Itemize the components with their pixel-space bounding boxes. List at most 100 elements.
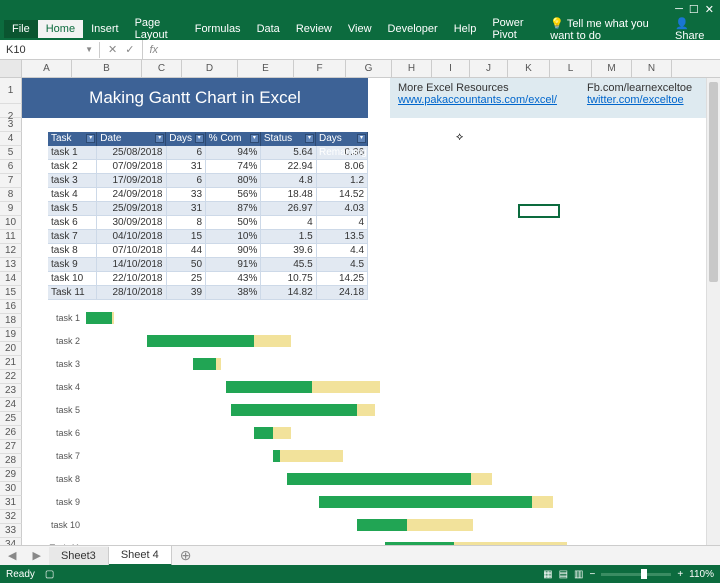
zoom-slider[interactable] — [601, 573, 671, 576]
col-header[interactable]: G — [346, 60, 392, 77]
col-header[interactable]: M — [592, 60, 632, 77]
table-row[interactable]: task 630/09/2018850%44 — [48, 216, 368, 230]
table-row[interactable]: task 807/10/20184490%39.64.4 — [48, 244, 368, 258]
new-sheet-button[interactable]: ⊕ — [172, 547, 200, 564]
table-row[interactable]: task 1022/10/20182543%10.7514.25 — [48, 272, 368, 286]
select-all-corner[interactable] — [0, 60, 22, 77]
col-header[interactable]: A — [22, 60, 72, 77]
row-header[interactable]: 18 — [0, 314, 22, 328]
view-layout-icon[interactable]: ▤ — [559, 569, 568, 580]
share-button[interactable]: 👤 Share — [667, 14, 716, 45]
row-header[interactable]: 15 — [0, 286, 22, 300]
sheet-nav-prev[interactable]: ◀ — [0, 549, 24, 562]
col-header[interactable]: C — [142, 60, 182, 77]
col-header[interactable]: L — [550, 60, 592, 77]
tab-data[interactable]: Data — [249, 20, 288, 38]
row-header[interactable]: 14 — [0, 272, 22, 286]
row-header[interactable]: 28 — [0, 454, 22, 468]
table-row[interactable]: task 914/10/20185091%45.54.5 — [48, 258, 368, 272]
sheet-nav-next[interactable]: ▶ — [24, 549, 48, 562]
row-header[interactable]: 2 — [0, 104, 22, 118]
row-headers: 1234567891011121314151618192021222324252… — [0, 78, 22, 565]
col-header[interactable]: E — [238, 60, 294, 77]
filter-icon[interactable]: ▾ — [250, 134, 259, 143]
row-header[interactable]: 24 — [0, 398, 22, 412]
row-header[interactable]: 27 — [0, 440, 22, 454]
sheet-tab-4[interactable]: Sheet 4 — [109, 546, 172, 566]
filter-icon[interactable]: ▾ — [305, 134, 314, 143]
col-header[interactable]: J — [470, 60, 508, 77]
row-header[interactable]: 26 — [0, 426, 22, 440]
resources-link-2[interactable]: twitter.com/exceltoe — [587, 94, 684, 106]
record-macro-icon[interactable]: ▢ — [45, 569, 54, 580]
table-row[interactable]: Task 1128/10/20183938%14.8224.18 — [48, 286, 368, 300]
col-header[interactable]: D — [182, 60, 238, 77]
filter-icon[interactable]: ▾ — [357, 134, 366, 143]
table-row[interactable]: task 317/09/2018680%4.81.2 — [48, 174, 368, 188]
row-header[interactable]: 8 — [0, 188, 22, 202]
table-row[interactable]: task 424/09/20183356%18.4814.52 — [48, 188, 368, 202]
zoom-out-icon[interactable]: − — [589, 569, 595, 580]
row-header[interactable]: 23 — [0, 384, 22, 398]
col-header[interactable]: K — [508, 60, 550, 77]
col-header[interactable]: F — [294, 60, 346, 77]
row-header[interactable]: 21 — [0, 356, 22, 370]
filter-icon[interactable]: ▾ — [155, 134, 164, 143]
row-header[interactable]: 33 — [0, 524, 22, 538]
row-header[interactable]: 3 — [0, 118, 22, 132]
row-header[interactable]: 16 — [0, 300, 22, 314]
tab-insert[interactable]: Insert — [83, 20, 127, 38]
status-bar: Ready ▢ ▦ ▤ ▥ − + 110% — [0, 565, 720, 583]
row-header[interactable]: 29 — [0, 468, 22, 482]
zoom-in-icon[interactable]: + — [677, 569, 683, 580]
row-header[interactable]: 6 — [0, 160, 22, 174]
filter-icon[interactable]: ▾ — [195, 134, 204, 143]
resources-link-1[interactable]: www.pakaccountants.com/excel/ — [398, 94, 557, 106]
row-header[interactable]: 22 — [0, 370, 22, 384]
fx-label[interactable]: fx — [143, 44, 164, 56]
enter-icon[interactable]: ✓ — [125, 43, 134, 56]
cancel-icon[interactable]: ✕ — [108, 43, 117, 56]
row-header[interactable]: 32 — [0, 510, 22, 524]
row-header[interactable]: 1 — [0, 78, 22, 104]
chevron-down-icon[interactable]: ▼ — [85, 45, 93, 54]
row-header[interactable]: 25 — [0, 412, 22, 426]
row-header[interactable]: 19 — [0, 328, 22, 342]
tell-me[interactable]: 💡 Tell me what you want to do — [542, 14, 667, 45]
bar-done — [226, 381, 312, 393]
zoom-level[interactable]: 110% — [689, 569, 714, 580]
name-box[interactable]: K10▼ — [0, 42, 100, 58]
tab-help[interactable]: Help — [446, 20, 485, 38]
row-header[interactable]: 31 — [0, 496, 22, 510]
ribbon-tabs: File Home Insert Page Layout Formulas Da… — [0, 18, 720, 40]
view-break-icon[interactable]: ▥ — [574, 569, 583, 580]
col-header[interactable]: I — [432, 60, 470, 77]
row-header[interactable]: 20 — [0, 342, 22, 356]
row-header[interactable]: 5 — [0, 146, 22, 160]
row-header[interactable]: 30 — [0, 482, 22, 496]
tab-review[interactable]: Review — [288, 20, 340, 38]
tab-home[interactable]: Home — [38, 20, 83, 38]
row-header[interactable]: 10 — [0, 216, 22, 230]
row-header[interactable]: 13 — [0, 258, 22, 272]
row-header[interactable]: 9 — [0, 202, 22, 216]
tab-developer[interactable]: Developer — [380, 20, 446, 38]
col-header[interactable]: B — [72, 60, 142, 77]
tab-power-pivot[interactable]: Power Pivot — [484, 14, 542, 44]
col-header[interactable]: H — [392, 60, 432, 77]
sheet-tab-3[interactable]: Sheet3 — [49, 547, 109, 565]
view-normal-icon[interactable]: ▦ — [543, 569, 552, 580]
row-header[interactable]: 11 — [0, 230, 22, 244]
tab-view[interactable]: View — [340, 20, 380, 38]
col-header[interactable]: N — [632, 60, 672, 77]
filter-icon[interactable]: ▾ — [86, 134, 95, 143]
table-row[interactable]: task 207/09/20183174%22.948.06 — [48, 160, 368, 174]
vertical-scrollbar[interactable] — [706, 78, 720, 545]
tab-formulas[interactable]: Formulas — [187, 20, 249, 38]
table-row[interactable]: task 525/09/20183187%26.974.03 — [48, 202, 368, 216]
tab-file[interactable]: File — [4, 20, 38, 38]
row-header[interactable]: 7 — [0, 174, 22, 188]
row-header[interactable]: 12 — [0, 244, 22, 258]
row-header[interactable]: 4 — [0, 132, 22, 146]
table-row[interactable]: task 704/10/20181510%1.513.5 — [48, 230, 368, 244]
